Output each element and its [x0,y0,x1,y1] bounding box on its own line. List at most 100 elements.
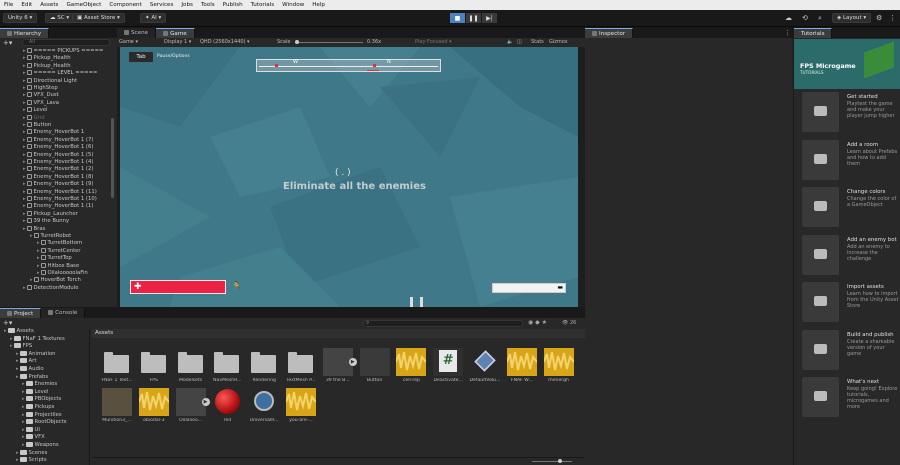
expand-arrow-icon[interactable]: ▸ [22,427,25,433]
expand-arrow-icon[interactable]: ▸ [16,351,19,357]
play-button[interactable]: ■ [450,13,465,23]
asset-item[interactable]: ▶ Oilalooo... [174,388,210,426]
hierarchy-item[interactable]: ▸ Enemy_HoverBot 1 (2) [23,166,93,173]
more-icon[interactable]: ⋮ [784,29,791,37]
expand-arrow-icon[interactable]: ▸ [16,366,19,372]
expand-arrow-icon[interactable]: ▸ [23,285,26,291]
project-folder-item[interactable]: ▸ Projectiles [22,411,62,420]
hierarchy-item[interactable]: ▸ Enemy_HoverBot 1 (7) [23,136,93,144]
project-folder-item[interactable]: ▸ Audio [16,366,44,374]
expand-arrow-icon[interactable]: ▸ [23,100,26,106]
tutorial-card[interactable]: Change colors Change the color of a GameO… [802,187,900,231]
tutorial-card[interactable]: Add an enemy bot Add an enemy to increase… [802,234,900,279]
hierarchy-item[interactable]: ▸ VFX_Lava [23,99,59,107]
thumbnail-size-handle[interactable] [558,459,562,463]
tab-game[interactable]: Game [156,28,195,38]
expand-arrow-icon[interactable]: ▸ [23,152,26,158]
hierarchy-item[interactable]: ▸ Enemy_HoverBot 1 [23,129,84,136]
expand-arrow-icon[interactable]: ▸ [23,63,26,69]
hierarchy-item[interactable]: ▸ Enemy_HoverBot 1 (9) [23,181,93,188]
menu-assets[interactable]: Assets [36,2,62,8]
expand-arrow-icon[interactable]: ▸ [23,196,26,202]
hierarchy-item[interactable]: ▸ Enemy_HoverBot 1 (10) [23,196,97,203]
asset-item[interactable]: FPS [137,348,171,386]
hierarchy-item[interactable]: ▸ TurretCenter [37,247,81,255]
expand-arrow-icon[interactable]: ▸ [23,92,26,98]
project-folder-item[interactable]: ▸ FPS [10,343,32,351]
add-icon[interactable]: +▾ [3,39,12,47]
asset-item[interactable]: TextMesh P... [284,348,318,386]
tutorial-card[interactable]: Import assets Learn how to import from th… [802,282,900,326]
expand-arrow-icon[interactable]: ▸ [23,166,26,172]
assets-breadcrumb-label[interactable]: Assets [95,330,113,336]
menu-gameobject[interactable]: GameObject [62,2,105,8]
hierarchy-item[interactable]: ▸ Enemy_HoverBot 1 (5) [23,151,93,159]
hierarchy-item[interactable]: ▸ HighStep [23,85,58,92]
menu-help[interactable]: Help [308,2,329,8]
project-folder-item[interactable]: ▸ FNaF 1 Textures [10,335,65,344]
project-folder-item[interactable]: ▸ Prefabs [16,373,48,382]
asset-item[interactable]: you-are-... [284,388,318,426]
create-icon[interactable]: +▾ [3,319,12,327]
game-viewport[interactable]: Tab Pause/Options W N ( . ) Eliminate al… [120,47,578,307]
layout-dropdown[interactable]: ◈ Layout ▾ [832,13,872,23]
expand-arrow-icon[interactable]: ▸ [23,181,26,187]
hierarchy-scrollbar[interactable] [111,118,114,198]
project-folder-item[interactable]: ▸ Assets [4,328,34,336]
play-focused-dropdown[interactable]: Play Focused ▾ [415,39,452,45]
expand-arrow-icon[interactable]: ▸ [10,336,13,342]
filter-icons[interactable]: ◉ ◆ ★ [528,319,547,326]
project-folder-item[interactable]: ▸ Scripts [16,457,47,465]
menu-tutorials[interactable]: Tutorials [247,2,278,8]
expand-arrow-icon[interactable]: ▸ [37,263,40,269]
tab-inspector[interactable]: Inspector [585,28,634,38]
history-icon[interactable]: ⟲ [802,14,808,22]
asset-item[interactable]: DefaultVolu... [468,348,502,386]
asset-item[interactable]: UniversalR... [247,388,281,426]
menu-file[interactable]: File [0,2,17,8]
expand-arrow-icon[interactable]: ▸ [23,107,26,113]
expand-arrow-icon[interactable]: ▸ [23,115,26,121]
asset-item[interactable]: Button [358,348,392,386]
asset-item[interactable]: FNaF 1 Text... [100,348,134,386]
tab-scene[interactable]: Scene [117,28,157,38]
hierarchy-item[interactable]: ▸ Enemy_HoverBot 1 (8) [23,173,93,181]
project-folder-item[interactable]: ▸ Art [16,358,36,366]
game-mode-dropdown[interactable]: Game ▾ [119,39,138,45]
tutorial-card[interactable]: What's next Keep going! Explore tutorials… [802,377,900,421]
tab-hierarchy[interactable]: Hierarchy [0,28,50,38]
account-button[interactable]: Unity 6 ▾ [3,13,38,23]
asset-item[interactable]: obiodal-3 [137,388,171,426]
hierarchy-item[interactable]: ▸ Enemy_HoverBot 1 (6) [23,144,93,151]
tab-project[interactable]: Project [0,308,42,318]
expand-arrow-icon[interactable]: ▸ [23,78,26,84]
expand-arrow-icon[interactable]: ▸ [37,240,40,246]
expand-arrow-icon[interactable]: ▸ [4,328,7,334]
hierarchy-item[interactable]: ▸ VFX_Dust [23,92,59,99]
hierarchy-item[interactable]: ▸ Grid [23,114,45,122]
hierarchy-item[interactable]: ▸ DetectionModule [23,284,79,292]
project-folder-item[interactable]: ▸ Level [22,388,49,397]
menu-jobs[interactable]: Jobs [177,2,197,8]
hierarchy-item[interactable]: ▸ TurretBottom [37,240,82,247]
hierarchy-item[interactable]: ▸ ===== LEVEL ===== [23,70,97,77]
hierarchy-item[interactable]: ▸ Bras [23,225,45,233]
project-folder-item[interactable]: ▸ Weapons [22,442,59,450]
asset-item[interactable]: ▶ 39 the B... [321,348,357,386]
audio-icon[interactable]: 🔈 [507,39,513,45]
expand-arrow-icon[interactable]: ▸ [23,122,26,128]
hierarchy-item[interactable]: ▸ Directional Light [23,77,77,85]
cloud-services-icon[interactable]: ☁ [785,14,792,22]
expand-arrow-icon[interactable]: ▸ [22,381,25,387]
hierarchy-item[interactable]: ▸ TurretTop [37,255,72,262]
hierarchy-item[interactable]: ▸ Enemy_HoverBot 1 (4) [23,159,93,166]
splitter[interactable] [89,329,90,465]
asset-item[interactable]: Modelsets [174,348,208,386]
scale-slider-handle[interactable] [295,40,299,44]
hierarchy-item[interactable]: ▸ Pickup_Launcher [23,210,78,218]
gear-icon[interactable]: ⚙ [876,14,882,22]
sc-button[interactable]: ☁ SC ▾ [45,13,75,23]
hierarchy-item[interactable]: ▸ HoverBot Torch [30,277,81,284]
expand-arrow-icon[interactable]: ▸ [23,226,26,232]
project-folder-item[interactable]: ▸ PBObjects [22,396,61,404]
